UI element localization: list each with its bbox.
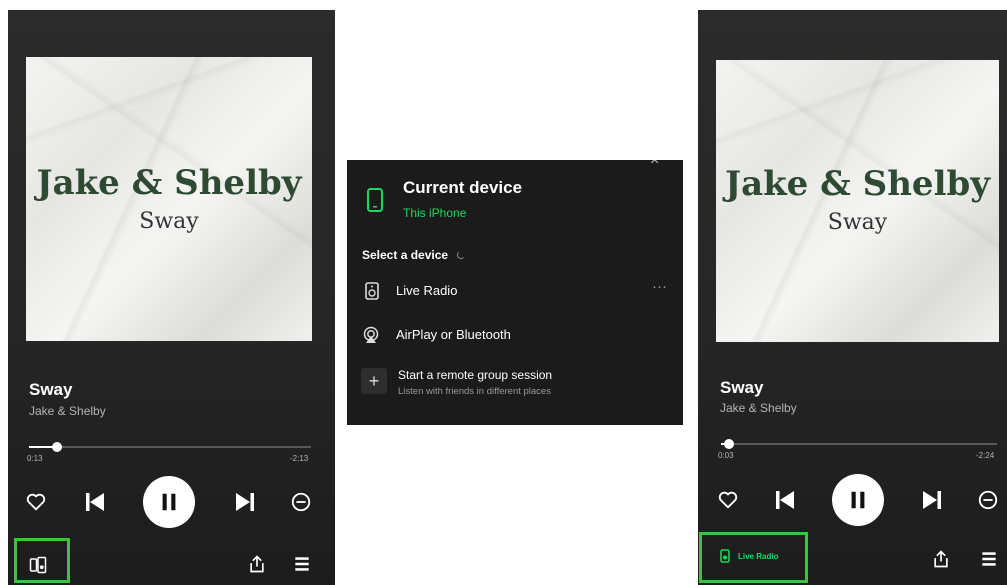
device-label: Live Radio — [396, 283, 458, 298]
progress-knob[interactable] — [52, 442, 63, 452]
progress-knob[interactable] — [724, 439, 735, 449]
skip-previous-icon[interactable] — [772, 487, 798, 513]
more-options-icon[interactable]: ··· — [652, 278, 667, 295]
album-art: Jake & Shelby Sway — [26, 57, 312, 341]
album-art-track: Sway — [139, 209, 199, 234]
album-art: Jake & Shelby Sway — [716, 60, 999, 342]
heart-icon[interactable] — [24, 490, 48, 514]
device-item-airplay[interactable]: AirPlay or Bluetooth — [347, 322, 683, 350]
track-artist[interactable]: Jake & Shelby — [29, 404, 106, 418]
skip-previous-icon[interactable] — [82, 489, 108, 515]
pause-icon — [162, 493, 176, 511]
highlight-box-connected-device — [699, 532, 808, 583]
skip-next-icon[interactable] — [919, 487, 945, 513]
remaining-time: -2:13 — [290, 454, 309, 463]
device-label: AirPlay or Bluetooth — [396, 327, 511, 342]
skip-next-icon[interactable] — [232, 489, 258, 515]
elapsed-time: 0:13 — [27, 454, 43, 463]
hide-song-icon[interactable] — [289, 490, 313, 514]
track-title: Sway — [29, 380, 73, 399]
pause-button[interactable] — [832, 474, 884, 526]
album-art-artist: Jake & Shelby — [724, 164, 991, 204]
group-session-title: Start a remote group session — [398, 368, 553, 382]
plus-icon: + — [361, 368, 387, 394]
highlight-box-devices — [14, 538, 70, 583]
pause-button[interactable] — [143, 476, 195, 528]
speaker-icon — [365, 282, 379, 300]
hide-song-icon[interactable] — [976, 488, 1000, 512]
album-art-track: Sway — [827, 210, 888, 235]
progress-bar[interactable] — [721, 439, 997, 449]
group-session-subtitle: Listen with friends in different places — [398, 386, 551, 397]
progress-bar[interactable] — [29, 442, 311, 452]
current-device-name: This iPhone — [403, 206, 467, 220]
pause-icon — [851, 491, 865, 509]
track-artist[interactable]: Jake & Shelby — [720, 401, 797, 415]
loading-spinner-icon — [457, 251, 466, 259]
queue-icon[interactable] — [291, 553, 313, 575]
select-device-text: Select a device — [362, 248, 449, 262]
share-icon[interactable] — [930, 548, 952, 570]
airplay-icon — [363, 326, 379, 343]
select-device-label: Select a device — [362, 248, 466, 262]
share-icon[interactable] — [246, 553, 268, 575]
heart-icon[interactable] — [716, 488, 740, 512]
close-icon[interactable]: × — [650, 160, 659, 170]
player-screen-after: Jake & Shelby Sway Sway Jake & Shelby 0:… — [698, 10, 1007, 585]
device-item-live-radio[interactable]: Live Radio ··· — [347, 278, 683, 306]
player-screen-before: Jake & Shelby Sway Sway Jake & Shelby 0:… — [8, 10, 335, 585]
album-art-artist: Jake & Shelby — [36, 163, 302, 203]
current-device-header: Current device — [403, 178, 523, 197]
phone-icon — [366, 187, 384, 218]
elapsed-time: 0:03 — [718, 451, 734, 460]
queue-icon[interactable] — [978, 548, 1000, 570]
remaining-time: -2:24 — [976, 451, 995, 460]
group-session-item[interactable]: + Start a remote group session Listen wi… — [347, 364, 683, 404]
device-picker-dialog: × Current device This iPhone Select a de… — [347, 160, 683, 425]
track-title: Sway — [720, 378, 764, 397]
